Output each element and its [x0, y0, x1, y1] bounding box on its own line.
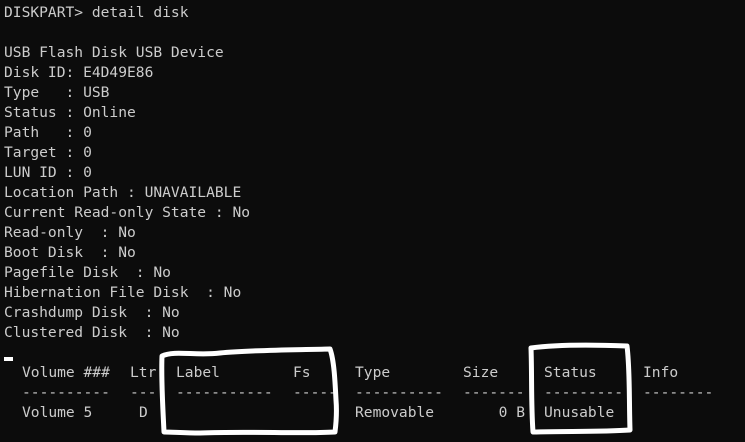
header-type: Type	[355, 364, 391, 381]
disk-target: Target : 0	[4, 144, 92, 161]
separator-info: --------	[643, 384, 714, 401]
row-type: Removable	[355, 404, 435, 421]
separator-fs: -----	[293, 384, 337, 401]
disk-hibernation-file: Hibernation File Disk : No	[4, 284, 242, 301]
disk-boot: Boot Disk : No	[4, 244, 136, 261]
header-size: Size	[463, 364, 499, 381]
header-ltr: Ltr	[130, 364, 157, 381]
separator-ltr: ---	[130, 384, 157, 401]
row-ltr: D	[139, 404, 148, 421]
console-window[interactable]: DISKPART> detail disk USB Flash Disk USB…	[0, 0, 745, 442]
disk-model: USB Flash Disk USB Device	[4, 44, 224, 61]
text-cursor	[4, 357, 13, 361]
disk-pagefile: Pagefile Disk : No	[4, 264, 171, 281]
disk-readonly: Read-only : No	[4, 224, 136, 241]
separator-type: ----------	[355, 384, 443, 401]
disk-clustered: Clustered Disk : No	[4, 324, 180, 341]
disk-path: Path : 0	[4, 124, 92, 141]
header-volume: Volume ###	[22, 364, 110, 381]
disk-location-path: Location Path : UNAVAILABLE	[4, 184, 242, 201]
separator-size: -------	[463, 384, 525, 401]
row-size: 0 B	[498, 404, 525, 421]
command-prompt-line: DISKPART> detail disk	[4, 4, 189, 21]
disk-current-readonly-state: Current Read-only State : No	[4, 204, 251, 221]
header-label: Label	[176, 364, 220, 381]
row-status: Unusable	[544, 404, 615, 421]
disk-id: Disk ID: E4D49E86	[4, 64, 154, 81]
disk-status: Status : Online	[4, 104, 136, 121]
row-volume: Volume 5	[22, 404, 93, 421]
header-status: Status	[544, 364, 597, 381]
disk-type: Type : USB	[4, 84, 110, 101]
header-fs: Fs	[293, 364, 311, 381]
separator-volume: ----------	[22, 384, 110, 401]
separator-label: -----------	[176, 384, 273, 401]
separator-status: ---------	[544, 384, 624, 401]
disk-lun-id: LUN ID : 0	[4, 164, 92, 181]
header-info: Info	[643, 364, 679, 381]
disk-crashdump: Crashdump Disk : No	[4, 304, 180, 321]
